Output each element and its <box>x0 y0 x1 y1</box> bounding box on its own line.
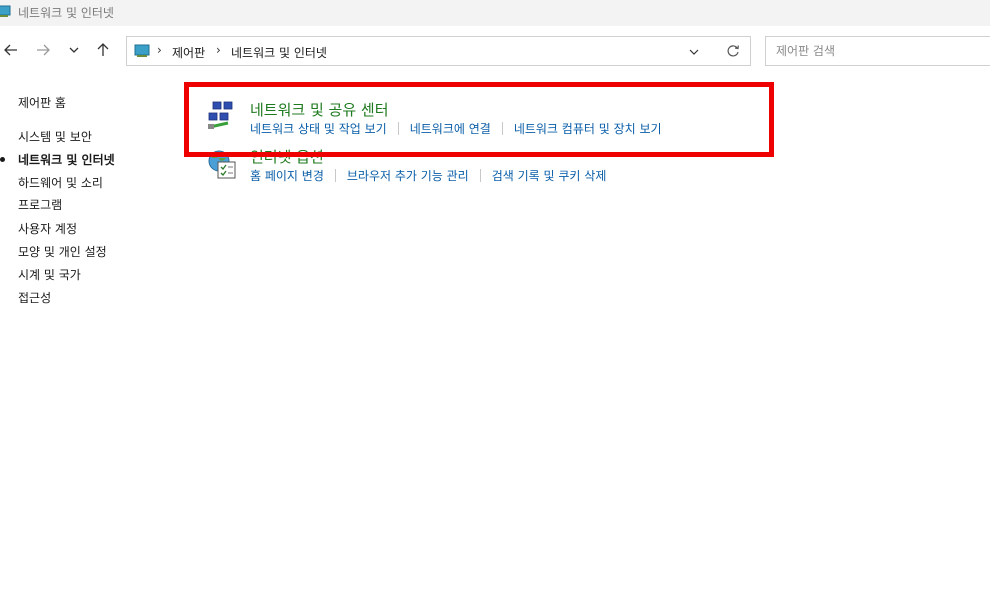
sidebar-item-network-internet[interactable]: 네트워크 및 인터넷 <box>18 151 115 168</box>
link-delete-history[interactable]: 검색 기록 및 쿠키 삭제 <box>492 167 607 184</box>
breadcrumb-control-panel[interactable]: 제어판 <box>172 44 205 61</box>
active-bullet-icon <box>0 157 5 162</box>
control-panel-icon <box>0 3 12 19</box>
link-change-homepage[interactable]: 홈 페이지 변경 <box>250 167 324 184</box>
address-history-button[interactable] <box>687 44 701 58</box>
search-input[interactable] <box>766 37 990 65</box>
up-button[interactable] <box>92 39 114 61</box>
control-panel-icon <box>134 43 152 59</box>
forward-button[interactable] <box>32 39 54 61</box>
refresh-button[interactable] <box>725 43 741 59</box>
category-links: 홈 페이지 변경 브라우저 추가 기능 관리 검색 기록 및 쿠키 삭제 <box>250 167 606 184</box>
arrow-right-icon <box>37 44 50 56</box>
highlight-box <box>184 82 774 157</box>
sidebar-item-programs[interactable]: 프로그램 <box>18 196 62 213</box>
search-box[interactable] <box>765 36 990 66</box>
navigation-bar: › 제어판 › 네트워크 및 인터넷 <box>0 26 990 76</box>
refresh-icon <box>727 45 739 57</box>
sidebar-item-hardware-sound[interactable]: 하드웨어 및 소리 <box>18 174 103 191</box>
window-title: 네트워크 및 인터넷 <box>18 6 114 20</box>
sidebar-item-clock-region[interactable]: 시계 및 국가 <box>18 266 81 283</box>
arrow-left-icon <box>4 44 17 56</box>
sidebar-item-system-security[interactable]: 시스템 및 보안 <box>18 128 92 145</box>
sidebar-item-ease-of-access[interactable]: 접근성 <box>18 289 51 306</box>
recent-locations-button[interactable] <box>63 39 85 61</box>
breadcrumb-network-internet[interactable]: 네트워크 및 인터넷 <box>231 44 327 61</box>
title-bar: 네트워크 및 인터넷 <box>0 0 990 26</box>
sidebar-item-user-accounts[interactable]: 사용자 계정 <box>18 220 77 237</box>
back-button[interactable] <box>0 39 22 61</box>
link-separator <box>334 169 336 182</box>
breadcrumb-separator-icon: › <box>157 43 162 57</box>
arrow-up-icon <box>97 43 109 56</box>
link-manage-addons[interactable]: 브라우저 추가 기능 관리 <box>347 167 469 184</box>
address-bar[interactable]: › 제어판 › 네트워크 및 인터넷 <box>126 36 751 66</box>
sidebar-item-appearance[interactable]: 모양 및 개인 설정 <box>18 243 107 260</box>
link-separator <box>479 169 481 182</box>
sidebar-home-link[interactable]: 제어판 홈 <box>18 94 66 111</box>
chevron-down-icon <box>69 47 79 53</box>
chevron-down-icon <box>689 49 699 55</box>
breadcrumb-separator-icon[interactable]: › <box>216 43 221 57</box>
